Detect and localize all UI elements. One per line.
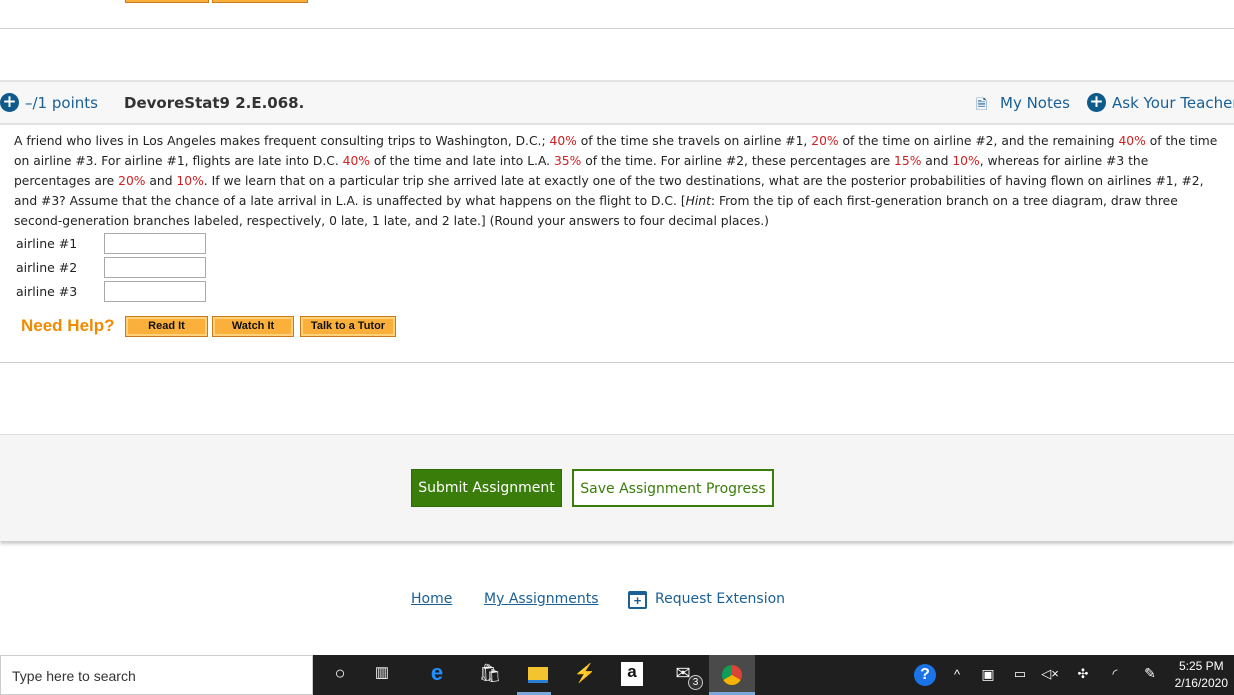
app-icon[interactable]: ⚡ [570, 663, 600, 684]
save-progress-button[interactable]: Save Assignment Progress [572, 469, 774, 507]
dropbox-icon[interactable]: ✣ [1068, 666, 1098, 682]
chevron-up-icon[interactable]: ^ [942, 667, 972, 682]
airline-1-input[interactable] [104, 233, 206, 254]
percentage-value: 20% [811, 134, 839, 148]
airline-2-input[interactable] [104, 257, 206, 278]
my-assignments-link[interactable]: My Assignments [484, 591, 599, 607]
home-link[interactable]: Home [411, 591, 452, 607]
question-text-segment: and [145, 174, 177, 188]
calendar-plus-icon[interactable]: + [628, 591, 647, 609]
percentage-value: 10% [952, 154, 980, 168]
tray-app-icon[interactable]: ▣ [973, 666, 1003, 683]
question-id: DevoreStat9 2.E.068. [124, 94, 305, 112]
hint-label: Hint [685, 194, 711, 208]
question-text-segment: and [921, 154, 953, 168]
file-explorer-icon[interactable] [528, 667, 548, 683]
question-text-segment: A friend who lives in Los Angeles makes … [14, 134, 550, 148]
talk-to-tutor-button[interactable]: Talk to a Tutor [300, 316, 396, 337]
wifi-icon[interactable]: ◜ [1100, 666, 1130, 682]
percentage-value: 40% [549, 134, 577, 148]
question-header: + –/1 points DevoreStat9 2.E.068. 🗎 My N… [0, 80, 1234, 125]
question-text-segment: of the time on airline #2, and the remai… [838, 134, 1119, 148]
percentage-value: 40% [1118, 134, 1146, 148]
help-tray-icon[interactable]: ? [914, 664, 936, 686]
answer-label: airline #2 [16, 260, 78, 275]
answer-label: airline #3 [16, 284, 78, 299]
need-help-label: Need Help? [21, 316, 115, 335]
volume-muted-icon[interactable]: ◁× [1035, 666, 1065, 682]
chrome-icon [722, 665, 742, 685]
clock[interactable]: 5:25 PM 2/16/2020 [1175, 658, 1228, 692]
notes-icon: 🗎 [976, 97, 988, 113]
percentage-value: 20% [118, 174, 146, 188]
request-extension-link[interactable]: Request Extension [655, 591, 785, 607]
task-view-icon[interactable]: ▥ [367, 663, 397, 681]
date: 2/16/2020 [1174, 676, 1228, 690]
expand-plus-icon[interactable]: + [0, 93, 19, 112]
points-label: –/1 points [25, 94, 98, 112]
watch-it-button[interactable]: Watch It [212, 316, 294, 337]
my-notes-link[interactable]: My Notes [1000, 94, 1070, 112]
percentage-value: 35% [553, 154, 582, 168]
cortana-icon[interactable]: ○ [325, 663, 355, 684]
pen-icon[interactable]: ✎ [1135, 665, 1165, 682]
chrome-taskbar-button[interactable] [709, 655, 755, 695]
partial-button[interactable] [212, 0, 308, 3]
question-text-segment: of the time and late into L.A. [370, 154, 554, 168]
question-text: A friend who lives in Los Angeles makes … [14, 131, 1228, 231]
airline-3-input[interactable] [104, 281, 206, 302]
store-icon[interactable]: 🛍 [475, 663, 505, 684]
percentage-value: 15% [894, 154, 922, 168]
read-it-button[interactable]: Read It [125, 316, 208, 337]
ask-teacher-plus-icon[interactable]: + [1087, 93, 1106, 112]
divider [0, 28, 1234, 29]
mail-badge: 3 [688, 675, 703, 690]
taskbar: Type here to search ○ ▥ e 🛍 ⚡ a ✉ 3 ? ^ … [0, 655, 1234, 695]
time: 5:25 PM [1178, 659, 1224, 673]
question-text-segment: of the time. For airline #2, these perce… [581, 154, 895, 168]
edge-icon[interactable]: e [422, 660, 452, 686]
submit-assignment-button[interactable]: Submit Assignment [411, 469, 562, 507]
percentage-value: 40% [342, 154, 370, 168]
battery-icon[interactable]: ▭ [1005, 666, 1035, 682]
question-text-segment: of the time she travels on airline #1, [576, 134, 812, 148]
divider [0, 362, 1234, 363]
partial-button[interactable] [125, 0, 209, 3]
taskbar-search-input[interactable]: Type here to search [0, 655, 313, 695]
percentage-value: 10% [176, 174, 204, 188]
ask-teacher-link[interactable]: Ask Your Teacher [1112, 94, 1234, 112]
amazon-icon[interactable]: a [621, 662, 643, 686]
answer-label: airline #1 [16, 236, 78, 251]
